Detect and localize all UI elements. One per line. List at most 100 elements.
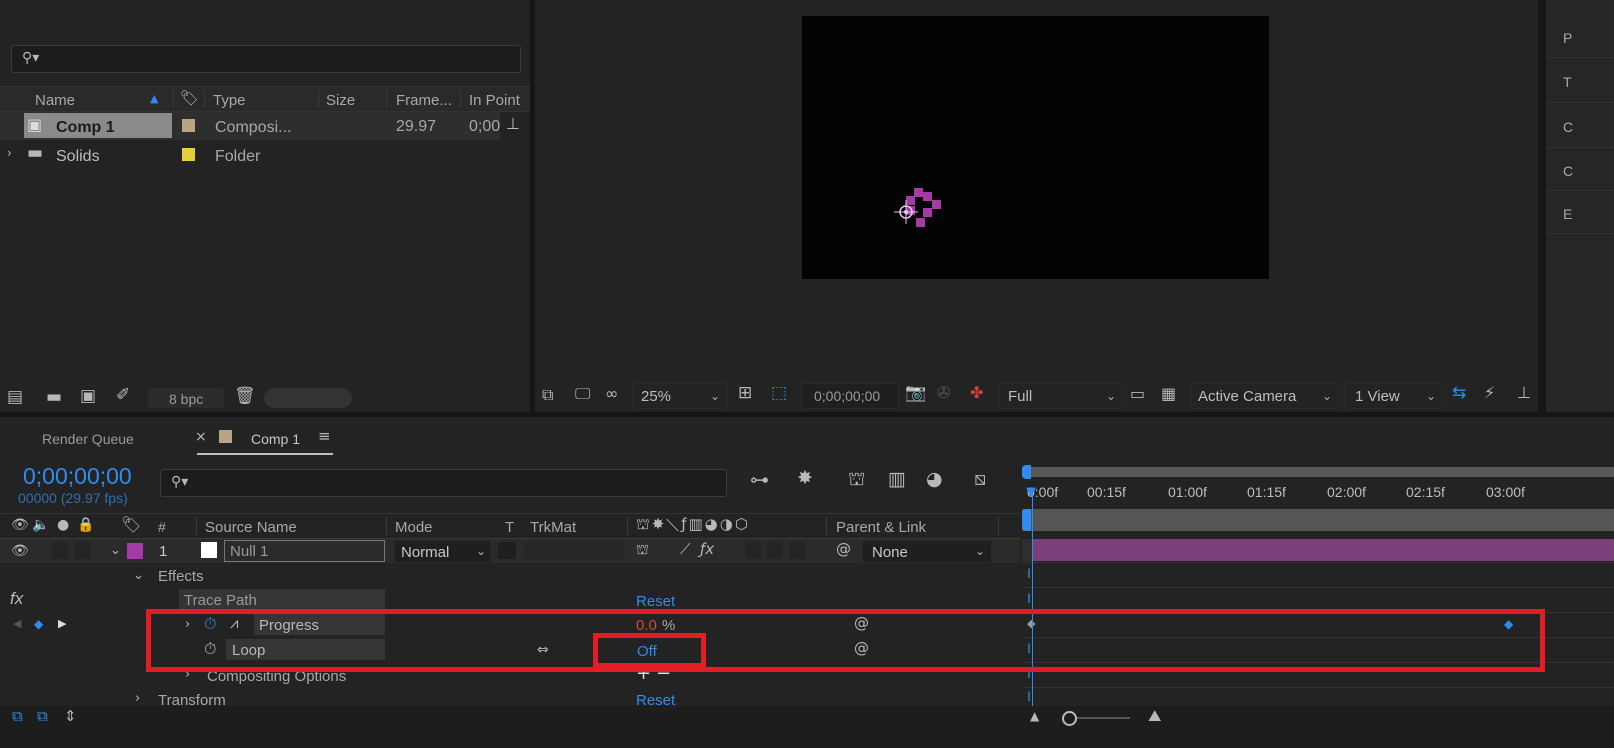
- effect-reset-link[interactable]: Reset: [636, 594, 675, 609]
- resolution-select[interactable]: Full ⌄: [999, 383, 1123, 409]
- effect-name-box[interactable]: Trace Path: [179, 589, 385, 610]
- time-navigator[interactable]: [1022, 467, 1614, 477]
- timeline-search-input[interactable]: ⚲▾: [160, 469, 727, 497]
- resolution-grid-icon[interactable]: ⊞: [738, 385, 752, 402]
- layer-label-swatch[interactable]: [127, 543, 143, 559]
- layer-duration-bar[interactable]: [1033, 539, 1614, 561]
- solo-icon[interactable]: ●: [57, 518, 69, 532]
- hamburger-menu-icon[interactable]: ≡: [318, 429, 331, 444]
- graph-editor-icon[interactable]: ⧅: [974, 470, 986, 489]
- current-time[interactable]: 0;00;00;00: [23, 465, 132, 488]
- monitor-icon[interactable]: 🖵: [575, 386, 590, 402]
- always-preview-icon[interactable]: ⧉: [542, 387, 553, 403]
- in-out-toggle-icon[interactable]: ⇕: [64, 709, 77, 724]
- layer-switches-icons[interactable]: ⛫✸⟍ƒ▥◕◑⬡: [636, 517, 750, 532]
- reset-exposure-icon[interactable]: ⚡: [1484, 385, 1495, 401]
- work-area-start[interactable]: [1022, 509, 1031, 531]
- new-composition-icon[interactable]: ▣: [80, 388, 96, 405]
- project-row-folder[interactable]: › ▬ Solids Folder: [0, 141, 500, 169]
- effect-icon[interactable]: ƒx: [700, 542, 714, 557]
- effects-group-row[interactable]: ⌄ Effects: [0, 563, 1020, 587]
- col-mode[interactable]: Mode: [395, 520, 433, 535]
- dependencies-icon[interactable]: ✐: [116, 387, 130, 404]
- motion-blur-icon[interactable]: ◕: [926, 470, 943, 489]
- panel-tab[interactable]: T: [1546, 58, 1614, 103]
- shy-layer-icon[interactable]: ⛫: [636, 543, 649, 557]
- frame-blending-icon[interactable]: ▥: [888, 470, 906, 489]
- tab-comp[interactable]: Comp 1: [251, 432, 300, 446]
- layer-row[interactable]: 👁 ⌄ 1 Null 1 Normal ⌄ ⛫ ⟋ ƒx @ None ⌄: [0, 538, 1020, 563]
- composition-canvas[interactable]: [802, 16, 1269, 279]
- chevron-down-icon[interactable]: ⌄: [133, 569, 144, 582]
- label-swatch[interactable]: [182, 119, 195, 132]
- parent-select[interactable]: None ⌄: [862, 540, 992, 563]
- layer-name-field[interactable]: Null 1: [224, 540, 385, 562]
- bpc-button[interactable]: 8 bpc: [148, 388, 224, 408]
- zoom-out-mountain-icon[interactable]: ▲: [1030, 710, 1039, 722]
- region-of-interest-icon[interactable]: ⬚: [771, 385, 787, 402]
- label-tag-icon[interactable]: 🏷: [121, 517, 141, 533]
- viewer-timecode[interactable]: 0;00;00;00: [801, 383, 899, 409]
- col-frame-rate[interactable]: Frame...: [396, 93, 452, 108]
- chevron-down-icon[interactable]: ⌄: [110, 544, 121, 557]
- vr-goggles-icon[interactable]: ∞: [605, 386, 618, 402]
- layer-switches-toggle-icon[interactable]: ⧉: [12, 709, 23, 724]
- close-icon[interactable]: ×: [195, 430, 207, 444]
- lock-icon[interactable]: 🔒: [77, 518, 94, 532]
- project-scrollbar[interactable]: [264, 388, 352, 408]
- eye-icon[interactable]: 👁: [11, 518, 29, 532]
- snapshot-camera-icon[interactable]: 📷: [905, 385, 926, 402]
- previous-keyframe-icon[interactable]: ◀: [13, 618, 21, 629]
- trash-icon[interactable]: 🗑: [234, 388, 256, 405]
- col-name[interactable]: Name: [35, 93, 75, 108]
- transfer-controls-toggle-icon[interactable]: ⧉: [37, 709, 48, 724]
- new-folder-icon[interactable]: ▬: [46, 389, 62, 406]
- transform-row[interactable]: › Transform Reset: [0, 688, 1020, 706]
- composition-flowchart-icon[interactable]: ⊶: [750, 471, 769, 490]
- fast-previews-icon[interactable]: ▭: [1130, 386, 1145, 402]
- playhead-line[interactable]: [1032, 490, 1033, 708]
- col-number[interactable]: #: [158, 520, 166, 534]
- col-parent-link[interactable]: Parent & Link: [836, 520, 926, 535]
- toggle-pixel-aspect-icon[interactable]: ⇆: [1452, 385, 1466, 402]
- views-select[interactable]: 1 View ⌄: [1345, 383, 1443, 409]
- zoom-slider-thumb[interactable]: [1062, 711, 1077, 726]
- col-size[interactable]: Size: [326, 93, 355, 108]
- col-source-name[interactable]: Source Name: [205, 520, 297, 535]
- col-type[interactable]: Type: [213, 93, 246, 108]
- interpret-footage-icon[interactable]: ▤: [7, 389, 23, 406]
- col-trkmat[interactable]: TrkMat: [530, 520, 576, 535]
- flowchart-icon[interactable]: ⊥: [1517, 385, 1531, 401]
- work-area-bar[interactable]: [1022, 509, 1614, 531]
- transparency-grid-icon[interactable]: ▦: [1161, 386, 1176, 402]
- flowchart-icon[interactable]: ⊥: [506, 116, 520, 132]
- color-channels-icon[interactable]: ✤: [970, 385, 983, 401]
- pickwhip-icon[interactable]: @: [836, 542, 851, 557]
- label-swatch[interactable]: [182, 148, 195, 161]
- draft-3d-icon[interactable]: ✸: [797, 469, 813, 488]
- time-ruler[interactable]: 0:00f 00:15f 01:00f 01:15f 02:00f 02:15f…: [1022, 479, 1614, 507]
- chevron-right-icon[interactable]: ›: [135, 692, 140, 705]
- label-tag-icon[interactable]: 🏷: [180, 91, 199, 106]
- timeline-search-field[interactable]: [201, 473, 705, 493]
- col-in-point[interactable]: In Point: [469, 93, 520, 108]
- navigator-start-handle[interactable]: [1022, 465, 1031, 479]
- sort-ascending-icon[interactable]: ▲: [150, 93, 158, 104]
- col-t[interactable]: T: [505, 520, 514, 535]
- eye-icon[interactable]: 👁: [11, 544, 29, 558]
- transform-reset-link[interactable]: Reset: [636, 693, 675, 706]
- show-snapshot-icon[interactable]: ✇: [937, 385, 950, 401]
- panel-tab[interactable]: C: [1546, 148, 1614, 191]
- tab-render-queue[interactable]: Render Queue: [42, 432, 134, 446]
- panel-tab[interactable]: E: [1546, 191, 1614, 234]
- project-search-field[interactable]: [52, 49, 496, 69]
- playhead-handle-icon[interactable]: ▼: [1026, 486, 1036, 499]
- speaker-icon[interactable]: 🔈: [32, 518, 49, 532]
- project-search-input[interactable]: ⚲▾: [11, 45, 521, 73]
- null-object-shape[interactable]: [892, 186, 952, 236]
- zoom-in-mountain-icon[interactable]: ⛰: [1148, 708, 1161, 724]
- chevron-right-icon[interactable]: ›: [7, 147, 12, 159]
- next-keyframe-icon[interactable]: ▶: [58, 618, 66, 629]
- shy-layers-icon[interactable]: ⛫: [848, 470, 865, 489]
- camera-select[interactable]: Active Camera ⌄: [1190, 383, 1339, 409]
